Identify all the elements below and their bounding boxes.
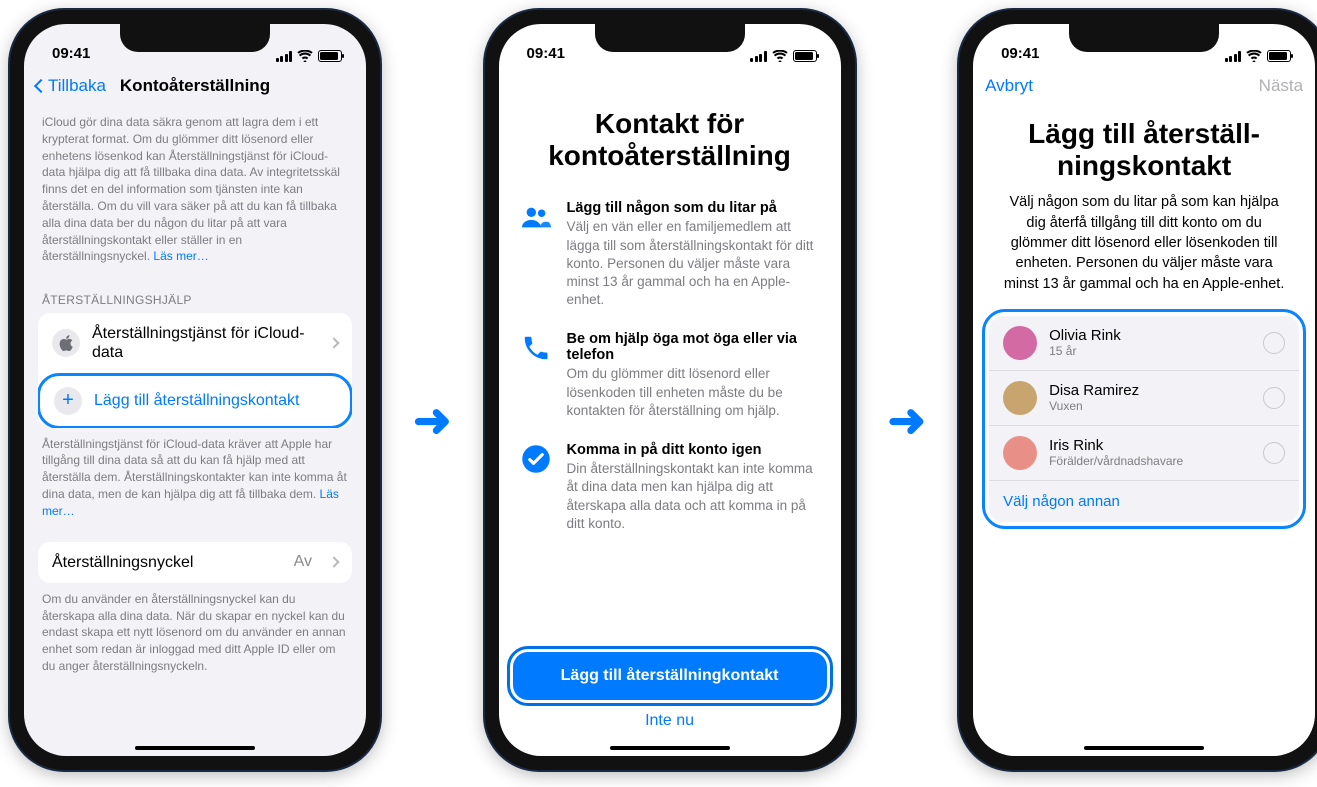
intro-learn-more-link[interactable]: Läs mer… <box>153 249 208 263</box>
wifi-icon <box>297 50 313 62</box>
phone-2: 09:41 Kontakt för kontoåterställning Läg… <box>485 10 855 770</box>
notch <box>120 24 270 52</box>
nav-bar: Avbryt Nästa <box>973 64 1315 108</box>
people-icon <box>521 200 551 309</box>
feature-title: Komma in på ditt konto igen <box>567 442 819 458</box>
plus-icon: + <box>54 387 82 415</box>
row-add-recovery-contact[interactable]: + Lägg till återställningskontakt <box>38 373 352 428</box>
home-indicator <box>135 746 255 750</box>
battery-icon <box>793 50 817 62</box>
status-time: 09:41 <box>527 45 565 62</box>
feature-ask-for-help: Be om hjälp öga mot öga eller via telefo… <box>521 331 819 420</box>
notch <box>1069 24 1219 52</box>
wifi-icon <box>772 50 788 62</box>
radio-unselected[interactable] <box>1263 332 1285 354</box>
signal-icon <box>276 51 293 62</box>
radio-unselected[interactable] <box>1263 442 1285 464</box>
chevron-left-icon <box>34 79 48 93</box>
contact-row[interactable]: Disa Ramirez Vuxen <box>989 370 1299 425</box>
next-button[interactable]: Nästa <box>1259 76 1303 96</box>
contact-name: Disa Ramirez <box>1049 382 1251 399</box>
feature-body: Din återställningskontakt kan inte komma… <box>567 460 819 533</box>
add-recovery-contact-button[interactable]: Lägg till återställningkontakt <box>513 652 827 700</box>
chevron-right-icon <box>328 338 339 349</box>
section-header-recovery-help: ÅTERSTÄLLNINGSHJÄLP <box>38 277 352 313</box>
battery-icon <box>1267 50 1291 62</box>
feature-title: Lägg till någon som du litar på <box>567 200 819 216</box>
choose-someone-else-button[interactable]: Välj någon annan <box>989 480 1299 522</box>
page-description: Välj någon som du litar på som kan hjälp… <box>987 192 1301 313</box>
contact-row[interactable]: Iris Rink Förälder/vårdnadshavare <box>989 425 1299 480</box>
back-button[interactable]: Tillbaka <box>36 76 106 96</box>
phone-1: 09:41 Tillbaka Kontoåterställning iCloud… <box>10 10 380 770</box>
row-label: Lägg till återställningskontakt <box>94 391 336 410</box>
help-footer-note: Återställningstjänst för iCloud-data krä… <box>38 428 352 528</box>
home-indicator <box>1084 746 1204 750</box>
contacts-selection-group: Olivia Rink 15 år Disa Ramirez Vuxen <box>987 314 1301 524</box>
phone-icon <box>521 331 551 420</box>
page-title: Kontakt för kontoåterställning <box>513 72 827 182</box>
status-time: 09:41 <box>1001 45 1039 62</box>
contact-name: Iris Rink <box>1049 437 1251 454</box>
row-icloud-recovery-service[interactable]: Återställningstjänst för iCloud-data <box>38 313 352 373</box>
signal-icon <box>750 51 767 62</box>
not-now-button[interactable]: Inte nu <box>513 700 827 742</box>
feature-trusted-person: Lägg till någon som du litar på Välj en … <box>521 200 819 309</box>
feature-title: Be om hjälp öga mot öga eller via telefo… <box>567 331 819 363</box>
signal-icon <box>1225 51 1242 62</box>
intro-text: iCloud gör dina data säkra genom att lag… <box>38 108 352 277</box>
arrow-icon: ➜ <box>888 393 927 447</box>
row-value: Av <box>294 553 312 571</box>
contact-sub: Förälder/vårdnadshavare <box>1049 454 1251 468</box>
nav-bar: Tillbaka Kontoåterställning <box>24 64 366 108</box>
row-label: Återställningsnyckel <box>52 553 282 572</box>
wifi-icon <box>1246 50 1262 62</box>
arrow-icon: ➜ <box>413 393 452 447</box>
cancel-button[interactable]: Avbryt <box>985 76 1033 96</box>
page-title: Lägg till återställ-ningskontakt <box>987 108 1301 192</box>
notch <box>595 24 745 52</box>
contact-sub: 15 år <box>1049 344 1251 358</box>
back-label: Tillbaka <box>48 76 106 96</box>
status-time: 09:41 <box>52 45 90 62</box>
chevron-right-icon <box>328 556 339 567</box>
checkmark-circle-icon <box>521 442 551 533</box>
battery-icon <box>318 50 342 62</box>
home-indicator <box>610 746 730 750</box>
feature-body: Om du glömmer ditt lösenord eller lösenk… <box>567 365 819 420</box>
avatar <box>1003 326 1037 360</box>
contact-name: Olivia Rink <box>1049 327 1251 344</box>
apple-icon <box>52 329 80 357</box>
phone-3: 09:41 Avbryt Nästa Lägg till återställ-n… <box>959 10 1317 770</box>
row-recovery-key[interactable]: Återställningsnyckel Av <box>38 542 352 583</box>
contact-sub: Vuxen <box>1049 399 1251 413</box>
avatar <box>1003 381 1037 415</box>
feature-body: Välj en vän eller en familjemedlem att l… <box>567 218 819 309</box>
row-label: Återställningstjänst för iCloud-data <box>92 324 318 362</box>
avatar <box>1003 436 1037 470</box>
contact-row[interactable]: Olivia Rink 15 år <box>989 316 1299 370</box>
radio-unselected[interactable] <box>1263 387 1285 409</box>
key-footer-note: Om du använder en återställningsnyckel k… <box>38 583 352 683</box>
feature-regain-access: Komma in på ditt konto igen Din återstäl… <box>521 442 819 533</box>
